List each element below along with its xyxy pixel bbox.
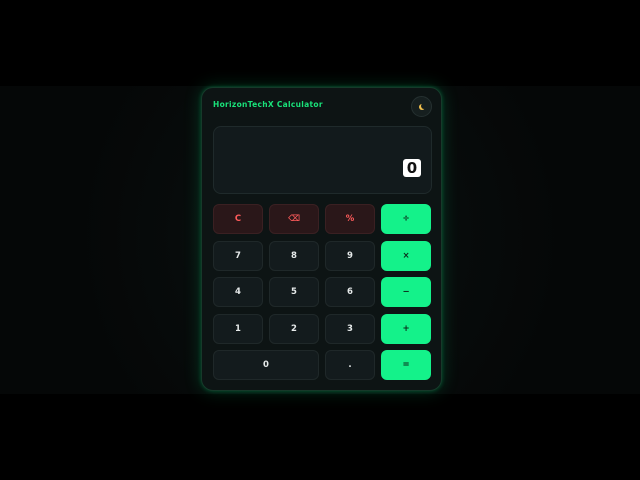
moon-icon: [421, 103, 427, 109]
divide-button[interactable]: ÷: [381, 204, 431, 234]
digit-4-button[interactable]: 4: [213, 277, 263, 307]
add-button[interactable]: +: [381, 313, 431, 344]
digit-2-button[interactable]: 2: [269, 313, 319, 344]
digit-9-button[interactable]: 9: [325, 240, 375, 271]
subtract-button[interactable]: −: [381, 277, 431, 307]
calculator-panel: HorizonTechX Calculator 0 C ⌫ % ÷ 7 8 9 …: [201, 87, 442, 391]
app-title: HorizonTechX Calculator: [213, 100, 323, 109]
theme-toggle-button[interactable]: [411, 96, 432, 117]
clear-button[interactable]: C: [213, 204, 263, 234]
digit-1-button[interactable]: 1: [213, 313, 263, 344]
digit-6-button[interactable]: 6: [325, 277, 375, 307]
digit-0-button[interactable]: 0: [213, 350, 319, 380]
digit-3-button[interactable]: 3: [325, 313, 375, 344]
digit-8-button[interactable]: 8: [269, 240, 319, 271]
calculator-display: 0: [213, 126, 432, 194]
decimal-button[interactable]: .: [325, 350, 375, 380]
display-value-text: 0: [406, 158, 418, 177]
digit-7-button[interactable]: 7: [213, 240, 263, 271]
multiply-button[interactable]: ×: [381, 240, 431, 271]
percent-button[interactable]: %: [325, 204, 375, 234]
equals-button[interactable]: =: [381, 350, 431, 380]
display-value: 0: [403, 159, 421, 177]
keypad: C ⌫ % ÷ 7 8 9 × 4 5 6 − 1 2 3 + 0 . =: [213, 204, 431, 380]
digit-5-button[interactable]: 5: [269, 277, 319, 307]
backspace-button[interactable]: ⌫: [269, 204, 319, 234]
